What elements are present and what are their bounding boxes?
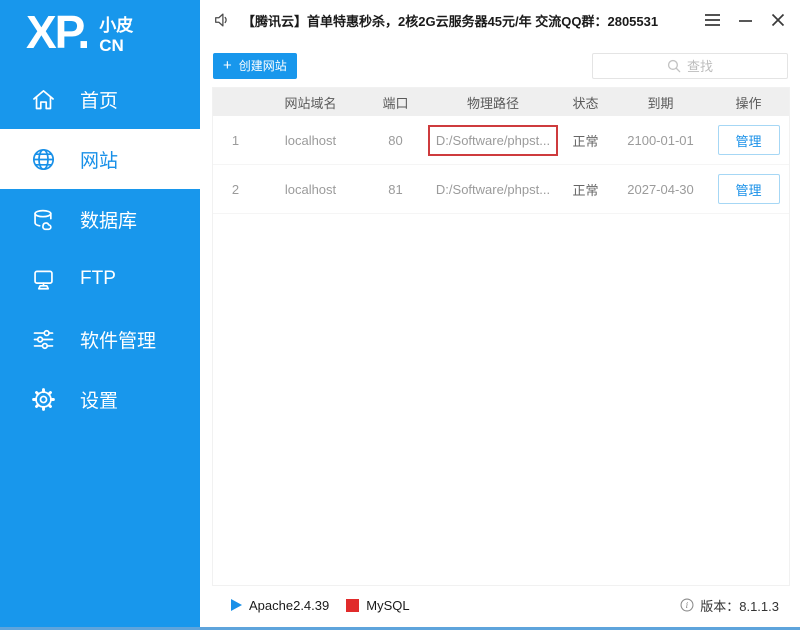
plus-icon: + (223, 57, 232, 74)
sliders-icon (30, 326, 57, 353)
sidebar-item-database[interactable]: 数据库 (0, 189, 200, 249)
sidebar-item-website[interactable]: 网站 (0, 129, 200, 189)
mysql-label: MySQL (366, 597, 410, 613)
toolbar: + 创建网站 查找 (213, 52, 788, 79)
sidebar-item-settings[interactable]: 设置 (0, 369, 200, 429)
mysql-stopped-icon (346, 598, 360, 612)
cell-action: 管理 (708, 174, 789, 204)
info-icon: i (680, 598, 694, 612)
path-red-highlight-box: D:/Software/phpst... (428, 124, 558, 156)
header-action: 操作 (735, 95, 762, 111)
cell-domain: localhost (284, 132, 337, 148)
sidebar-item-software[interactable]: 软件管理 (0, 309, 200, 369)
globe-icon (30, 146, 57, 173)
window-controls (703, 11, 800, 29)
sidebar-item-label: 网站 (80, 150, 119, 172)
sidebar-item-label: 设置 (80, 390, 119, 412)
cell-expiry: 2100-01-01 (627, 132, 694, 148)
search-icon (667, 59, 681, 73)
cell-action: 管理 (708, 125, 789, 155)
speaker-icon (213, 11, 231, 29)
cell-index: 2 (231, 181, 240, 197)
sidebar-item-label: 软件管理 (80, 330, 157, 352)
manage-button[interactable]: 管理 (717, 125, 780, 155)
cell-status: 正常 (572, 133, 599, 149)
sidebar-item-label: 首页 (80, 90, 119, 112)
menu-icon[interactable] (703, 11, 721, 29)
sidebar-item-label: FTP (80, 268, 116, 289)
header-port: 端口 (382, 95, 409, 111)
sidebar-menu: 首页 网站 数据库 FTP 软件管理 设置 (0, 69, 200, 429)
cell-status: 正常 (572, 182, 599, 198)
home-icon (30, 86, 57, 113)
close-icon[interactable] (769, 11, 787, 29)
status-bar: Apache2.4.39 MySQL i 版本：8.1.1.3 (200, 586, 800, 624)
website-table: 网站域名 端口 物理路径 状态 到期 操作 1 localhost 80 D:/… (212, 87, 790, 586)
header-expiry: 到期 (647, 95, 674, 111)
table-header-row: 网站域名 端口 物理路径 状态 到期 操作 (213, 88, 789, 116)
minimize-icon[interactable] (736, 11, 754, 29)
apache-version-label: Apache2.4.39 (249, 597, 330, 613)
manage-button[interactable]: 管理 (717, 174, 780, 204)
header-status: 状态 (572, 95, 599, 111)
ftp-icon (30, 266, 57, 293)
path-text: D:/Software/phpst... (435, 181, 551, 197)
cell-port: 81 (388, 181, 403, 197)
cell-path-highlighted: D:/Software/phpst... (428, 124, 558, 156)
cell-port: 80 (388, 132, 403, 148)
header-domain: 网站域名 (284, 95, 337, 111)
app-window: XP. 小皮 CN 首页 网站 数据库 FTP 软件管理 设置 【腾讯云】首单特… (0, 0, 800, 630)
logo-text-main: XP. (26, 6, 90, 58)
cell-domain: localhost (284, 181, 337, 197)
logo-sub-bottom: CN (99, 35, 124, 55)
search-placeholder: 查找 (686, 59, 713, 74)
table-row: 2 localhost 81 D:/Software/phpst... 正常 2… (213, 165, 789, 214)
table-row: 1 localhost 80 D:/Software/phpst... 正常 2… (213, 116, 789, 165)
main-area: 【腾讯云】首单特惠秒杀，2核2G云服务器45元/年 交流QQ群：2805531 … (200, 0, 800, 627)
database-icon (30, 206, 57, 233)
announcement-text: 【腾讯云】首单特惠秒杀，2核2G云服务器45元/年 交流QQ群：2805531 (242, 13, 659, 29)
gear-icon (30, 386, 57, 413)
header-path: 物理路径 (466, 95, 519, 111)
cell-path: D:/Software/phpst... (428, 182, 558, 197)
create-website-label: 创建网站 (238, 59, 287, 73)
apache-running-icon (231, 599, 242, 611)
logo-sub-top: 小皮 (99, 16, 134, 35)
version-info: i 版本：8.1.1.3 (680, 596, 779, 615)
svg-text:i: i (686, 600, 689, 610)
search-input[interactable]: 查找 (592, 52, 788, 79)
logo-text-sub: 小皮 CN (99, 16, 133, 55)
brand-logo: XP. 小皮 CN (0, 0, 200, 58)
cell-index: 1 (231, 132, 240, 148)
version-text: 版本：8.1.1.3 (700, 598, 779, 614)
sidebar: XP. 小皮 CN 首页 网站 数据库 FTP 软件管理 设置 (0, 0, 200, 627)
cell-expiry: 2027-04-30 (627, 181, 694, 197)
sidebar-item-label: 数据库 (80, 210, 138, 232)
services-status: Apache2.4.39 MySQL (231, 598, 410, 613)
titlebar: 【腾讯云】首单特惠秒杀，2核2G云服务器45元/年 交流QQ群：2805531 (200, 0, 800, 40)
sidebar-item-home[interactable]: 首页 (0, 69, 200, 129)
sidebar-item-ftp[interactable]: FTP (0, 249, 200, 309)
create-website-button[interactable]: + 创建网站 (213, 52, 297, 79)
